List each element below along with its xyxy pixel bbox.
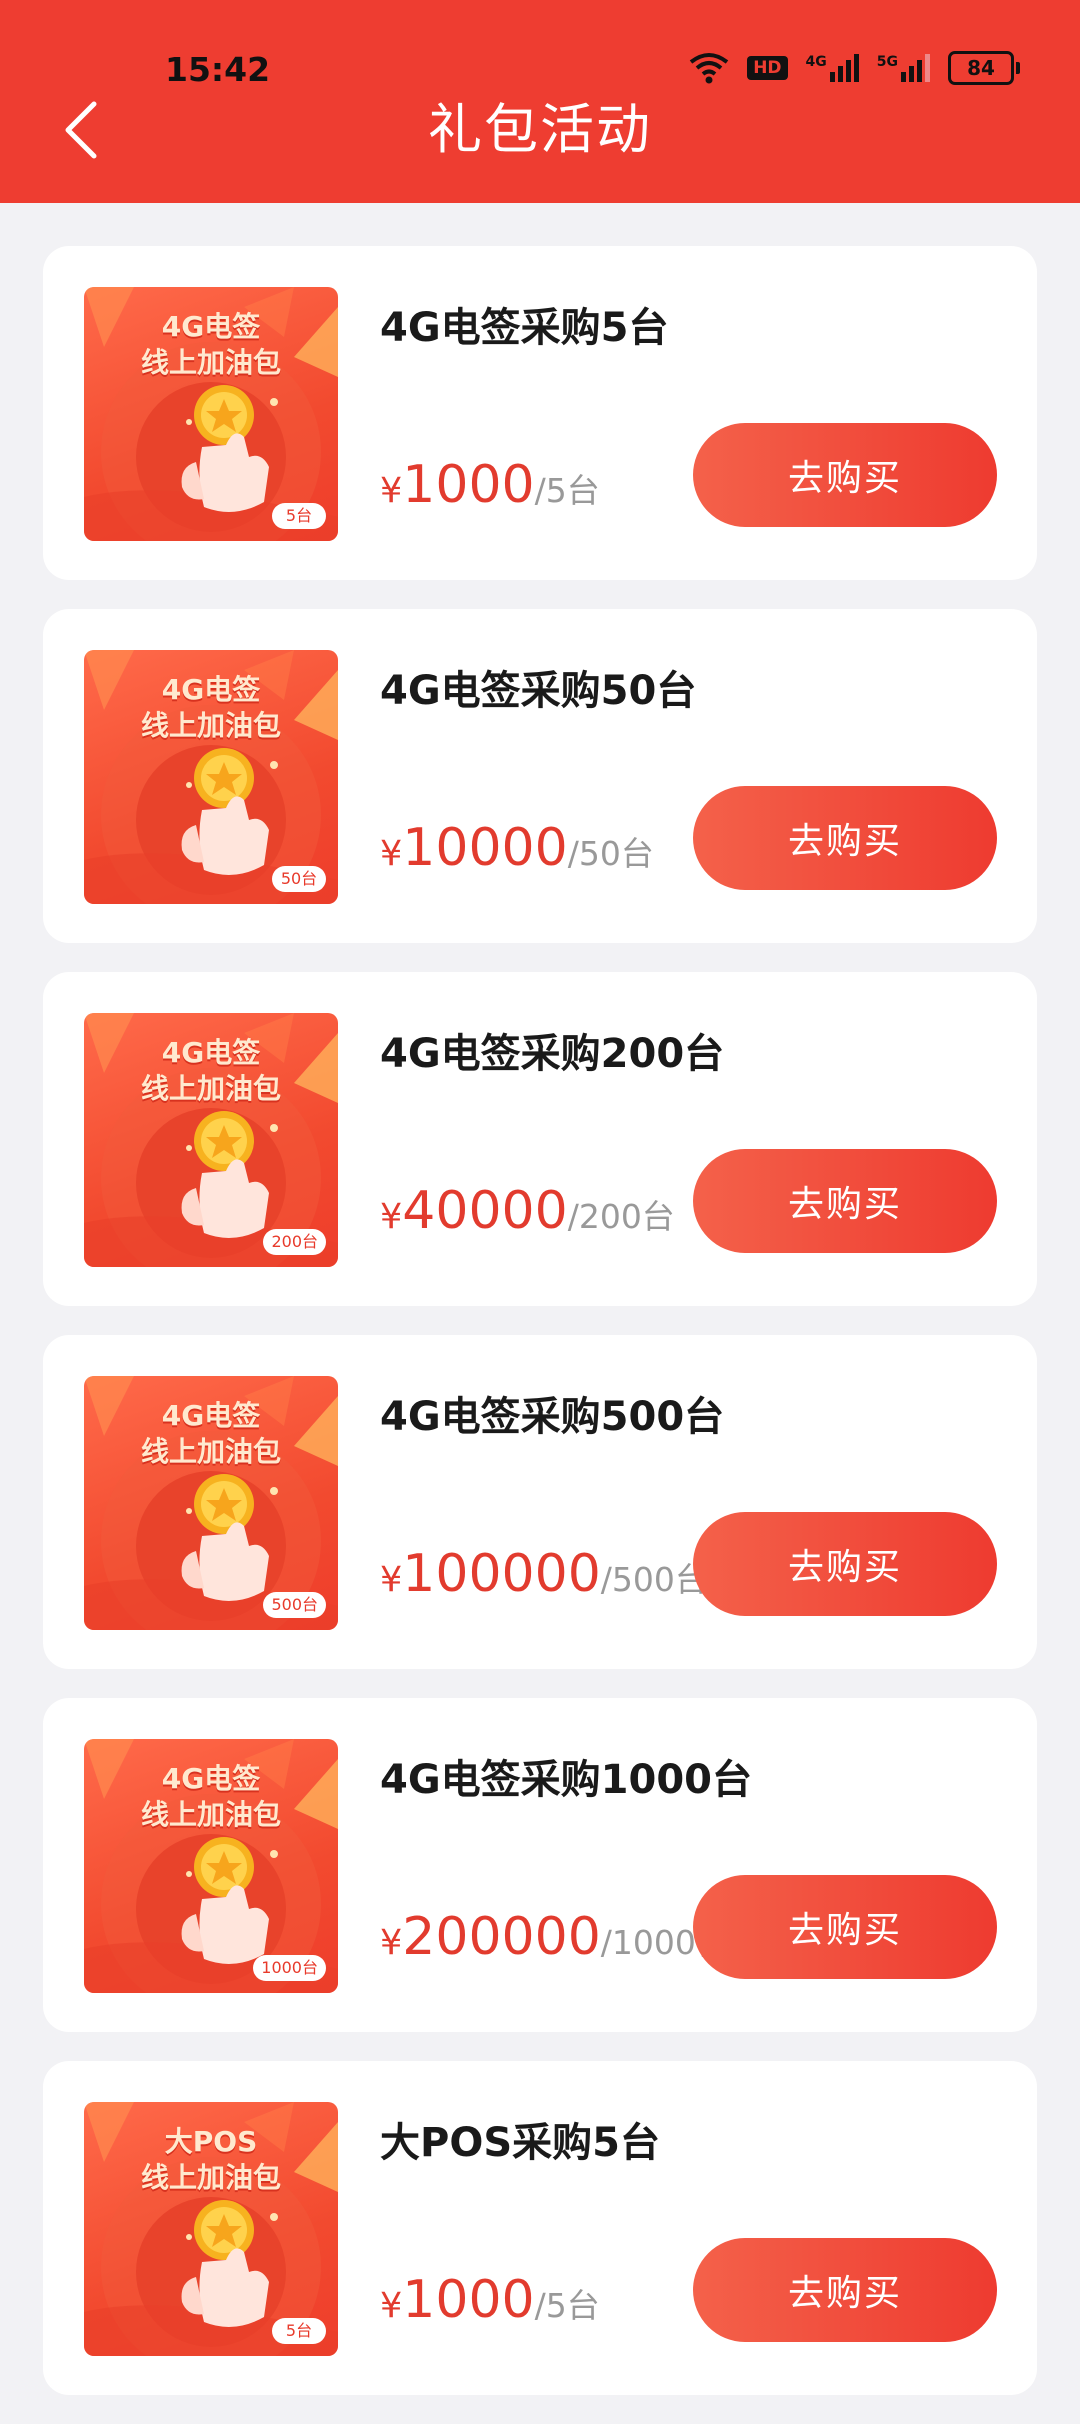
buy-button[interactable]: 去购买 [693, 1512, 997, 1616]
price-amount: 200000 [402, 1907, 601, 1967]
package-card[interactable]: 4G电签 线上加油包 200台 4G电签采购200台 ¥40000/200台 去… [43, 972, 1037, 1306]
package-thumbnail: 4G电签 线上加油包 5台 [84, 287, 338, 541]
currency-symbol: ¥ [380, 1197, 403, 1237]
package-card[interactable]: 大POS 线上加油包 5台 大POS采购5台 ¥1000/5台 去购买 [43, 2061, 1037, 2395]
buy-button[interactable]: 去购买 [693, 1875, 997, 1979]
thumbnail-title-line-1: 4G电签 [161, 1762, 261, 1795]
battery-icon: 84 [948, 51, 1020, 85]
price-unit: /200台 [567, 1197, 675, 1236]
thumbnail-quantity-tag: 5台 [272, 503, 326, 529]
thumbnail-title: 4G电签 线上加油包 [84, 309, 338, 381]
thumbnail-title-line-1: 4G电签 [161, 1036, 261, 1069]
buy-button[interactable]: 去购买 [693, 2238, 997, 2342]
currency-symbol: ¥ [380, 1560, 403, 1600]
thumbnail-title-line-2: 线上加油包 [140, 709, 281, 742]
package-thumbnail: 大POS 线上加油包 5台 [84, 2102, 338, 2356]
package-thumbnail: 4G电签 线上加油包 50台 [84, 650, 338, 904]
package-title: 4G电签采购50台 [380, 668, 697, 714]
price-amount: 1000 [402, 455, 535, 515]
thumbnail-quantity-tag: 200台 [263, 1229, 326, 1255]
app-header: 15:42 HD 4G 5G 84 礼包活动 [0, 0, 1080, 203]
thumbnail-title: 4G电签 线上加油包 [84, 1035, 338, 1107]
price-unit: /500台 [600, 1560, 708, 1599]
package-thumbnail: 4G电签 线上加油包 200台 [84, 1013, 338, 1267]
package-title: 4G电签采购500台 [380, 1394, 725, 1440]
package-card[interactable]: 4G电签 线上加油包 500台 4G电签采购500台 ¥100000/500台 … [43, 1335, 1037, 1669]
page-title: 礼包活动 [428, 98, 652, 161]
thumbnail-title: 4G电签 线上加油包 [84, 1761, 338, 1833]
hd-icon: HD [747, 56, 788, 80]
thumbnail-title-line-2: 线上加油包 [140, 346, 281, 379]
price-unit: /5台 [534, 2286, 600, 2325]
package-card[interactable]: 4G电签 线上加油包 5台 4G电签采购5台 ¥1000/5台 去购买 [43, 246, 1037, 580]
thumbnail-title-line-2: 线上加油包 [140, 1435, 281, 1468]
package-title: 大POS采购5台 [380, 2120, 660, 2166]
status-time: 15:42 [165, 50, 271, 89]
package-title: 4G电签采购200台 [380, 1031, 725, 1077]
buy-button[interactable]: 去购买 [693, 1149, 997, 1253]
thumbnail-title: 4G电签 线上加油包 [84, 672, 338, 744]
currency-symbol: ¥ [380, 834, 403, 874]
thumbnail-title-line-2: 线上加油包 [140, 1798, 281, 1831]
thumbnail-quantity-tag: 50台 [272, 866, 326, 892]
price-amount: 10000 [402, 818, 568, 878]
wifi-icon [689, 53, 729, 84]
package-thumbnail: 4G电签 线上加油包 1000台 [84, 1739, 338, 1993]
status-icons: HD 4G 5G 84 [689, 48, 1020, 88]
price-amount: 40000 [402, 1181, 568, 1241]
price-amount: 1000 [402, 2270, 535, 2330]
thumbnail-title-line-1: 大POS [164, 2125, 258, 2158]
battery-level: 84 [948, 51, 1014, 85]
thumbnail-quantity-tag: 5台 [272, 2318, 326, 2344]
signal-5g-icon: 5G [877, 54, 930, 82]
thumbnail-quantity-tag: 500台 [263, 1592, 326, 1618]
thumbnail-title: 4G电签 线上加油包 [84, 1398, 338, 1470]
thumbnail-title-line-1: 4G电签 [161, 310, 261, 343]
package-card[interactable]: 4G电签 线上加油包 1000台 4G电签采购1000台 ¥200000/100… [43, 1698, 1037, 2032]
thumbnail-title-line-2: 线上加油包 [140, 2161, 281, 2194]
thumbnail-title-line-2: 线上加油包 [140, 1072, 281, 1105]
price-amount: 100000 [402, 1544, 601, 1604]
thumbnail-title-line-1: 4G电签 [161, 673, 261, 706]
thumbnail-title-line-1: 4G电签 [161, 1399, 261, 1432]
price-unit: /5台 [534, 471, 600, 510]
package-title: 4G电签采购5台 [380, 305, 669, 351]
currency-symbol: ¥ [380, 1923, 403, 1963]
thumbnail-quantity-tag: 1000台 [253, 1955, 326, 1981]
package-title: 4G电签采购1000台 [380, 1757, 752, 1803]
package-thumbnail: 4G电签 线上加油包 500台 [84, 1376, 338, 1630]
signal-4g-icon: 4G [806, 54, 859, 82]
price-unit: /50台 [567, 834, 654, 873]
thumbnail-title: 大POS 线上加油包 [84, 2124, 338, 2196]
currency-symbol: ¥ [380, 471, 403, 511]
buy-button[interactable]: 去购买 [693, 786, 997, 890]
package-list: 4G电签 线上加油包 5台 4G电签采购5台 ¥1000/5台 去购买 4G电签… [43, 246, 1037, 2424]
buy-button[interactable]: 去购买 [693, 423, 997, 527]
package-card[interactable]: 4G电签 线上加油包 50台 4G电签采购50台 ¥10000/50台 去购买 [43, 609, 1037, 943]
currency-symbol: ¥ [380, 2286, 403, 2326]
